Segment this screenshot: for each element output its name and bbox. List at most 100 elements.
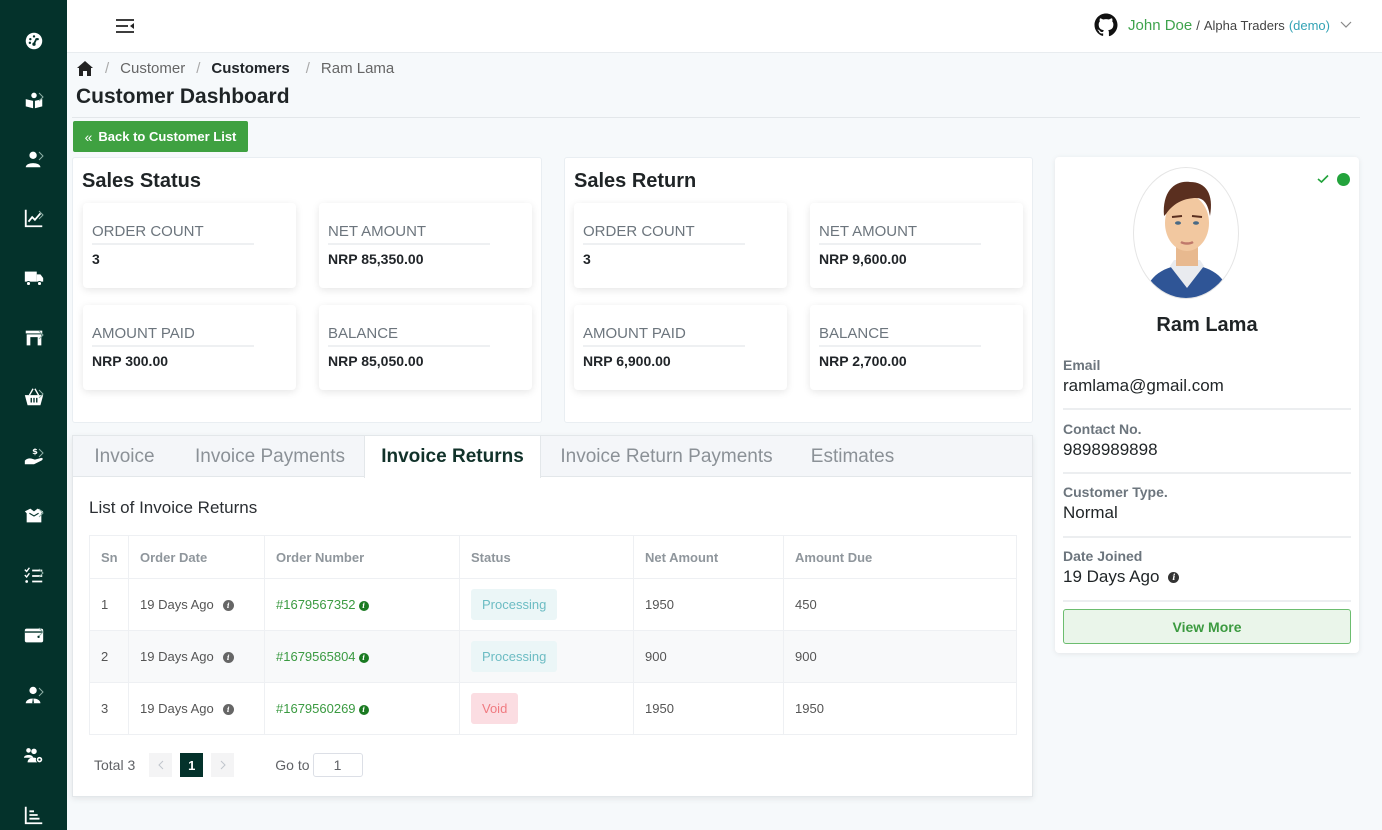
order-number-link[interactable]: #1679560269 <box>276 701 356 716</box>
demo-label: (demo) <box>1288 17 1330 33</box>
stat-card-order-count: ORDER COUNT 3 <box>574 203 787 288</box>
column-header-sn[interactable]: Sn <box>89 535 129 579</box>
order-number-link[interactable]: #1679567352 <box>276 597 356 612</box>
status-badge: Void <box>471 693 519 724</box>
sidebar-item-purchase[interactable] <box>0 377 67 417</box>
sales-status-title: Sales Status <box>82 170 201 192</box>
info-icon[interactable]: i <box>222 600 234 612</box>
order-number-link[interactable]: #1679565804 <box>276 649 356 664</box>
cell-net-amount: 1950 <box>633 578 784 631</box>
stat-value: NRP 6,900.00 <box>583 353 671 369</box>
top-header: John Doe / Alpha Traders (demo) <box>67 0 1382 53</box>
stat-card-net-amount: NET AMOUNT NRP 9,600.00 <box>810 203 1023 288</box>
truck-icon <box>24 271 43 286</box>
user-separator: / <box>1196 17 1200 33</box>
table-header-row: Sn Order Date Order Number Status Net Am… <box>89 535 1017 579</box>
pagination: Total 3 1 Go to <box>94 753 363 777</box>
sidebar: $ <box>0 0 67 830</box>
sidebar-item-store[interactable] <box>0 318 67 358</box>
cell-order-date: 19 Days Ago i <box>128 682 265 735</box>
sidebar-item-analytics[interactable] <box>0 795 67 830</box>
sales-return-panel: Sales Return ORDER COUNT 3 NET AMOUNT NR… <box>564 157 1033 423</box>
sidebar-item-customer[interactable] <box>0 139 67 179</box>
column-header-status[interactable]: Status <box>459 535 634 579</box>
online-status-dot <box>1337 173 1350 186</box>
info-icon[interactable]: i <box>358 704 369 715</box>
goto-page-input[interactable] <box>312 753 363 777</box>
info-icon[interactable]: i <box>1168 571 1180 583</box>
tab-estimates[interactable]: Estimates <box>792 436 913 477</box>
table-row[interactable]: 2 19 Days Ago i #1679565804 i Processing 9… <box>89 630 1017 683</box>
invoice-returns-table: Sn Order Date Order Number Status Net Am… <box>89 535 1017 735</box>
field-value: Normal <box>1063 503 1118 522</box>
double-chevron-left-icon: « <box>84 128 93 145</box>
order-date-text: 19 Days Ago <box>140 649 214 664</box>
sidebar-item-inventory[interactable] <box>0 496 67 536</box>
table-row[interactable]: 1 19 Days Ago i #1679567352 i Processing 1… <box>89 578 1017 631</box>
avatar <box>1133 167 1239 299</box>
goto-label: Go to <box>275 757 310 773</box>
page-number-button[interactable]: 1 <box>180 753 204 777</box>
cell-amount-due: 1950 <box>783 682 1017 735</box>
user-name: John Doe <box>1128 16 1193 34</box>
breadcrumb-customer[interactable]: Customer <box>120 60 185 77</box>
field-label: Email <box>1063 357 1101 373</box>
stat-value: NRP 300.00 <box>92 353 169 369</box>
column-header-net-amount[interactable]: Net Amount <box>633 535 784 579</box>
cell-sn: 2 <box>89 630 129 683</box>
stat-card-balance: BALANCE NRP 2,700.00 <box>810 305 1023 390</box>
home-icon[interactable] <box>76 60 94 77</box>
sidebar-item-reports[interactable] <box>0 198 67 238</box>
cell-sn: 1 <box>89 578 129 631</box>
column-header-order-number[interactable]: Order Number <box>264 535 460 579</box>
table-row[interactable]: 3 19 Days Ago i #1679560269 i Void 1950 19… <box>89 682 1017 735</box>
cell-sn: 3 <box>89 682 129 735</box>
sidebar-item-delivery[interactable] <box>0 258 67 298</box>
info-icon[interactable]: i <box>358 652 369 663</box>
tab-invoice-returns[interactable]: Invoice Returns <box>364 436 541 478</box>
sales-return-title: Sales Return <box>574 170 697 192</box>
field-value: 19 Days Ago <box>1063 567 1160 586</box>
menu-collapse-icon[interactable] <box>115 16 135 36</box>
sidebar-item-reader[interactable] <box>0 80 67 120</box>
sidebar-item-payments[interactable]: $ <box>0 436 67 476</box>
breadcrumb-separator: / <box>105 60 110 77</box>
next-page-button[interactable] <box>211 753 235 777</box>
tab-invoice-payments[interactable]: Invoice Payments <box>176 436 364 477</box>
stat-label: NET AMOUNT <box>819 223 981 245</box>
back-button-label: Back to Customer List <box>98 129 237 144</box>
tab-invoice[interactable]: Invoice <box>73 436 176 477</box>
prev-page-button[interactable] <box>149 753 173 777</box>
field-value-row: 19 Days Ago i <box>1063 567 1351 587</box>
sidebar-item-employees[interactable] <box>0 675 67 715</box>
page-title: Customer Dashboard <box>76 85 290 108</box>
sidebar-item-tasks[interactable] <box>0 556 67 596</box>
sidebar-item-wallet[interactable] <box>0 615 67 655</box>
cell-status: Processing <box>459 630 634 683</box>
chevron-right-icon <box>38 627 44 637</box>
info-icon[interactable]: i <box>222 652 234 664</box>
stat-label: NET AMOUNT <box>328 223 490 245</box>
field-value: ramlama@gmail.com <box>1063 376 1224 395</box>
user-menu[interactable]: John Doe / Alpha Traders (demo) <box>1094 13 1352 37</box>
view-more-button[interactable]: View More <box>1063 609 1351 644</box>
cell-order-date: 19 Days Ago i <box>128 578 265 631</box>
breadcrumb-customers[interactable]: Customers <box>211 60 289 77</box>
sales-status-panel: Sales Status ORDER COUNT 3 NET AMOUNT NR… <box>72 157 542 423</box>
column-header-order-date[interactable]: Order Date <box>128 535 265 579</box>
breadcrumb: / Customer / Customers / Ram Lama <box>76 60 394 77</box>
sidebar-item-dashboard[interactable] <box>0 21 67 61</box>
stat-value: NRP 9,600.00 <box>819 251 907 267</box>
dashboard-gauge-icon <box>25 32 42 50</box>
back-to-customer-list-button[interactable]: « Back to Customer List <box>73 121 248 152</box>
field-contact: Contact No. 9898989898 <box>1063 421 1351 474</box>
tab-invoice-return-payments[interactable]: Invoice Return Payments <box>541 436 792 477</box>
status-badge: Processing <box>471 589 558 620</box>
column-header-amount-due[interactable]: Amount Due <box>783 535 1017 579</box>
cell-net-amount: 900 <box>633 630 784 683</box>
stat-label: BALANCE <box>328 325 490 347</box>
info-icon[interactable]: i <box>358 600 369 611</box>
sidebar-item-user-settings[interactable] <box>0 735 67 775</box>
info-icon[interactable]: i <box>222 704 234 716</box>
customer-name: Ram Lama <box>1156 314 1258 336</box>
